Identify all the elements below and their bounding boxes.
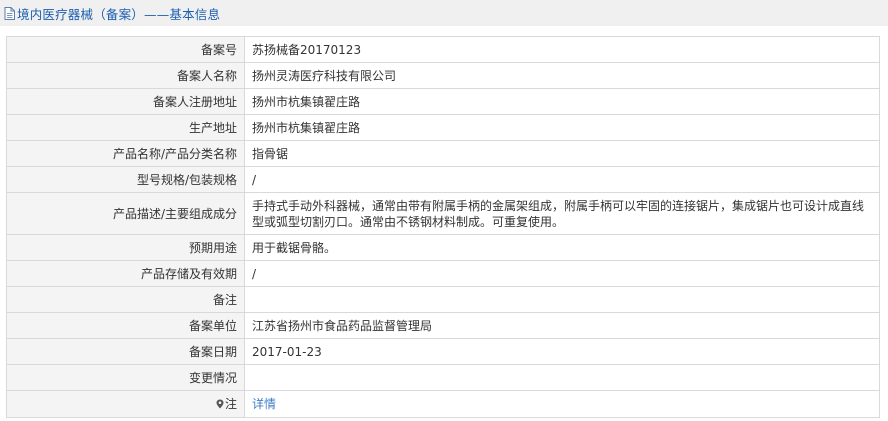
row-value: / [244, 166, 880, 193]
note-row: 注 详情 [6, 390, 880, 418]
row-label: 备案日期 [6, 338, 245, 365]
table-row: 备案人名称 扬州灵涛医疗科技有限公司 [6, 62, 880, 89]
row-value: 扬州灵涛医疗科技有限公司 [244, 62, 880, 89]
row-label: 产品描述/主要组成成分 [6, 192, 245, 235]
row-label: 备案人注册地址 [6, 88, 245, 115]
row-label: 预期用途 [6, 234, 245, 261]
table-row: 备案号 苏扬械备20170123 [6, 36, 880, 63]
note-label: 注 [6, 390, 245, 418]
row-value: 2017-01-23 [244, 338, 880, 365]
row-label: 型号规格/包装规格 [6, 166, 245, 193]
location-pin-icon [216, 399, 224, 409]
row-value: 扬州市杭集镇翟庄路 [244, 114, 880, 141]
table-row: 变更情况 [6, 364, 880, 391]
note-value: 详情 [244, 390, 880, 418]
page-header: 境内医疗器械（备案）——基本信息 [0, 0, 888, 26]
row-label: 产品存储及有效期 [6, 260, 245, 287]
row-value: 手持式手动外科器械，通常由带有附属手柄的金属架组成，附属手柄可以牢固的连接锯片，… [244, 192, 880, 235]
table-row: 备案单位 江苏省扬州市食品药品监督管理局 [6, 312, 880, 339]
table-row: 型号规格/包装规格 / [6, 166, 880, 193]
row-label: 备案人名称 [6, 62, 245, 89]
table-row: 产品存储及有效期 / [6, 260, 880, 287]
row-value: 江苏省扬州市食品药品监督管理局 [244, 312, 880, 339]
row-label: 生产地址 [6, 114, 245, 141]
basic-info-table: 备案号 苏扬械备20170123 备案人名称 扬州灵涛医疗科技有限公司 备案人注… [6, 36, 880, 418]
table-row: 备案日期 2017-01-23 [6, 338, 880, 365]
row-value: / [244, 260, 880, 287]
row-value [244, 286, 880, 313]
table-row: 预期用途 用于截锯骨骼。 [6, 234, 880, 261]
row-value: 用于截锯骨骼。 [244, 234, 880, 261]
row-value: 苏扬械备20170123 [244, 36, 880, 63]
row-label: 备注 [6, 286, 245, 313]
table-row: 备注 [6, 286, 880, 313]
row-value [244, 364, 880, 391]
document-icon [4, 6, 15, 20]
row-value: 扬州市杭集镇翟庄路 [244, 88, 880, 115]
table-row: 产品描述/主要组成成分 手持式手动外科器械，通常由带有附属手柄的金属架组成，附属… [6, 192, 880, 235]
row-label: 产品名称/产品分类名称 [6, 140, 245, 167]
table-row: 生产地址 扬州市杭集镇翟庄路 [6, 114, 880, 141]
page-title: 境内医疗器械（备案）——基本信息 [17, 6, 221, 22]
row-label: 变更情况 [6, 364, 245, 391]
details-link[interactable]: 详情 [252, 397, 276, 411]
note-label-text: 注 [224, 397, 237, 411]
row-label: 备案号 [6, 36, 245, 63]
row-label: 备案单位 [6, 312, 245, 339]
row-value: 指骨锯 [244, 140, 880, 167]
table-row: 备案人注册地址 扬州市杭集镇翟庄路 [6, 88, 880, 115]
table-row: 产品名称/产品分类名称 指骨锯 [6, 140, 880, 167]
